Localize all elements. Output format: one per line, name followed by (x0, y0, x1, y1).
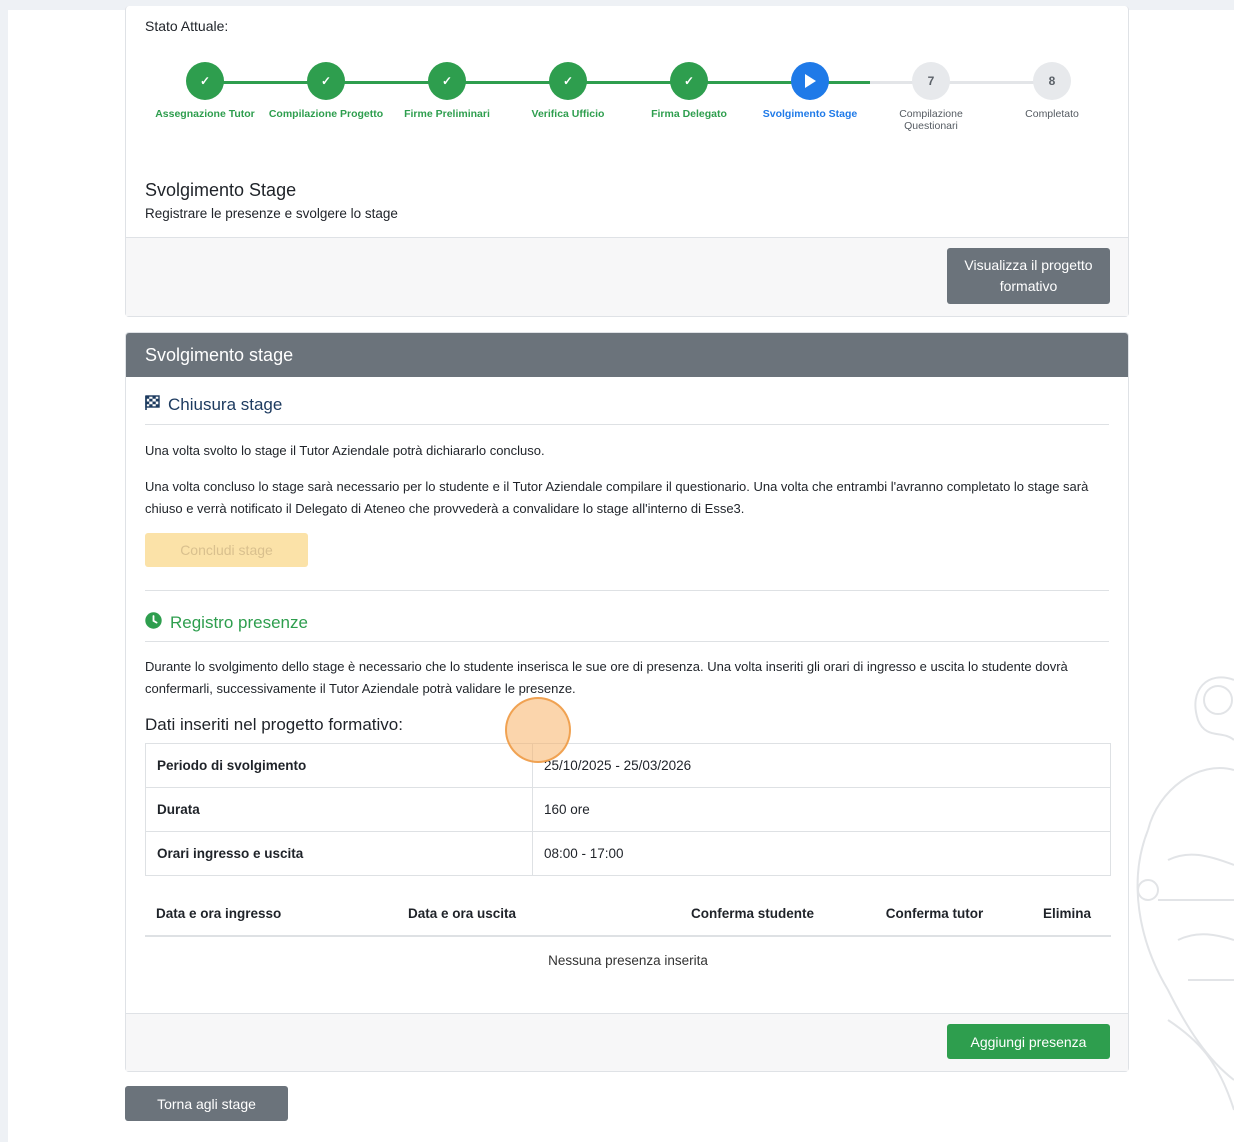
svolgimento-card-footer: Aggiungi presenza (126, 1013, 1128, 1071)
svolgimento-header: Svolgimento stage (126, 333, 1128, 377)
registro-para: Durante lo svolgimento dello stage è nec… (145, 659, 1068, 696)
chiusura-para-1: Una volta svolto lo stage il Tutor Azien… (145, 443, 545, 458)
step-label: Firme Preliminari (404, 108, 490, 120)
step-completato: 8 Completato (992, 62, 1112, 120)
play-icon (791, 62, 829, 100)
dati-value: 25/10/2025 - 25/03/2026 (532, 743, 1111, 788)
stato-label: Stato Attuale: (145, 18, 229, 34)
svolgimento-card: Svolgimento stage Chiusura stage Una vol… (125, 332, 1129, 1072)
visualizza-progetto-button[interactable]: Visualizza il progetto formativo (947, 248, 1110, 304)
step-compilazione-questionari: 7 Compilazione Questionari (871, 62, 991, 132)
crest-watermark-icon (1136, 676, 1234, 1111)
check-icon: ✓ (428, 62, 466, 100)
dati-key: Periodo di svolgimento (145, 743, 533, 788)
concludi-stage-button[interactable]: Concludi stage (145, 533, 308, 567)
divider (145, 641, 1109, 642)
cursor-highlight (505, 697, 571, 763)
check-icon: ✓ (186, 62, 224, 100)
dati-value: 08:00 - 17:00 (532, 831, 1111, 876)
dati-table: Periodo di svolgimento 25/10/2025 - 25/0… (145, 743, 1111, 876)
dati-value: 160 ore (532, 787, 1111, 832)
table-row: Periodo di svolgimento 25/10/2025 - 25/0… (145, 743, 1111, 788)
registro-title-text: Registro presenze (170, 613, 308, 632)
progress-stepper: ✓ Assegnazione Tutor ✓ Compilazione Prog… (145, 62, 1110, 142)
step-verifica-ufficio: ✓ Verifica Ufficio (508, 62, 628, 120)
step-label: Assegnazione Tutor (155, 108, 255, 120)
status-card: Stato Attuale: ✓ Assegnazione Tutor ✓ Co… (125, 6, 1129, 317)
divider (145, 424, 1109, 425)
col-data-uscita: Data e ora uscita (397, 891, 659, 937)
clock-icon (145, 612, 162, 634)
current-stage-title: Svolgimento Stage (145, 180, 297, 200)
table-header-row: Data e ora ingresso Data e ora uscita Co… (145, 891, 1111, 937)
presenze-table: Data e ora ingresso Data e ora uscita Co… (145, 891, 1111, 984)
col-elimina: Elimina (1023, 891, 1111, 937)
registro-section-title: Registro presenze (145, 612, 308, 634)
step-svolgimento-stage: Svolgimento Stage (750, 62, 870, 120)
step-compilazione-progetto: ✓ Compilazione Progetto (266, 62, 386, 120)
step-number: 7 (912, 62, 950, 100)
check-icon: ✓ (307, 62, 345, 100)
step-label: Firma Delegato (651, 108, 727, 120)
table-row: Durata 160 ore (145, 787, 1111, 832)
col-conferma-tutor: Conferma tutor (846, 891, 1023, 937)
chiusura-para-2: Una volta concluso lo stage sarà necessa… (145, 479, 1089, 516)
torna-agli-stage-button[interactable]: Torna agli stage (125, 1086, 288, 1121)
step-firme-preliminari: ✓ Firme Preliminari (387, 62, 507, 120)
table-row: Nessuna presenza inserita (145, 936, 1111, 984)
dati-title: Dati inseriti nel progetto formativo: (145, 715, 403, 734)
step-label: Compilazione Progetto (268, 108, 384, 120)
col-data-ingresso: Data e ora ingresso (145, 891, 397, 937)
check-icon: ✓ (549, 62, 587, 100)
table-row: Orari ingresso e uscita 08:00 - 17:00 (145, 831, 1111, 876)
chiusura-title-text: Chiusura stage (168, 395, 283, 414)
aggiungi-presenza-button[interactable]: Aggiungi presenza (947, 1024, 1110, 1059)
step-label: Verifica Ufficio (531, 108, 605, 120)
col-conferma-studente: Conferma studente (659, 891, 846, 937)
step-label: Completato (1025, 108, 1079, 120)
current-stage-description: Registrare le presenze e svolgere lo sta… (145, 206, 398, 221)
step-assegnazione-tutor: ✓ Assegnazione Tutor (145, 62, 265, 120)
step-label: Svolgimento Stage (762, 108, 858, 120)
dati-key: Orari ingresso e uscita (145, 831, 533, 876)
empty-message: Nessuna presenza inserita (548, 953, 708, 968)
page: Stato Attuale: ✓ Assegnazione Tutor ✓ Co… (8, 6, 1234, 1142)
dati-key: Durata (145, 787, 533, 832)
chiusura-section-title: Chiusura stage (145, 395, 282, 415)
checkered-flag-icon (145, 395, 160, 415)
step-number: 8 (1033, 62, 1071, 100)
step-label: Compilazione Questionari (899, 108, 963, 132)
divider (145, 590, 1109, 591)
status-card-footer: Visualizza il progetto formativo (126, 237, 1128, 316)
check-icon: ✓ (670, 62, 708, 100)
step-firma-delegato: ✓ Firma Delegato (629, 62, 749, 120)
